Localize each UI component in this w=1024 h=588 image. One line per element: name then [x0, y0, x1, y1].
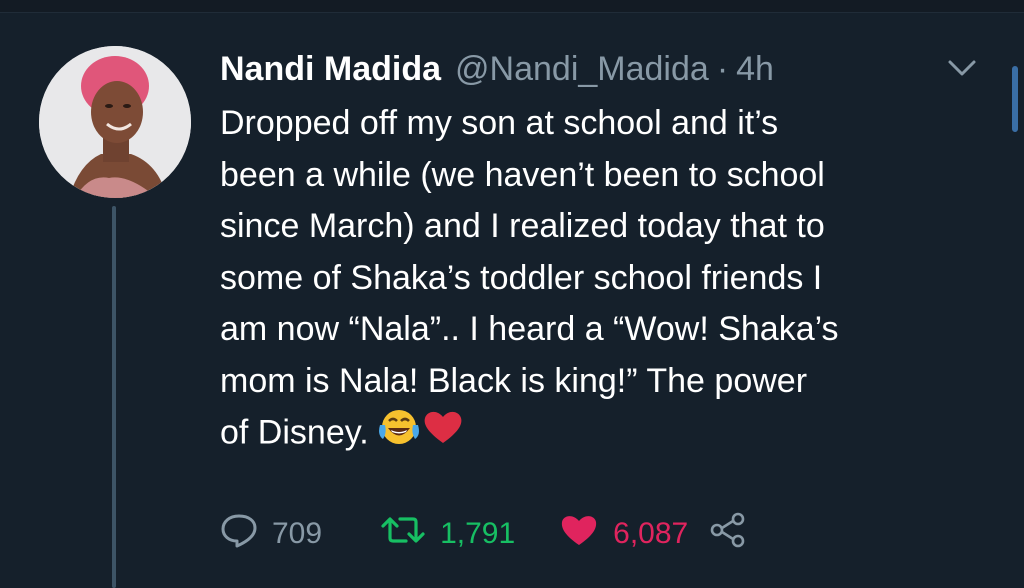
retweet-count: 1,791 [440, 517, 516, 550]
header-separator: · [716, 50, 729, 88]
reply-icon [220, 512, 258, 556]
retweet-icon [380, 512, 426, 556]
tweet-text-line: been a while (we haven’t been to school [220, 155, 825, 194]
tweet-actions: 709 1,791 6,087 [220, 510, 748, 558]
timestamp[interactable]: 4h [736, 44, 774, 94]
reply-button[interactable]: 709 [220, 512, 322, 556]
author-handle[interactable]: @Nandi_Madida [455, 44, 709, 94]
retweet-button[interactable]: 1,791 [380, 512, 515, 556]
red-heart-icon [421, 407, 465, 463]
heart-icon [559, 512, 599, 556]
thread-line [112, 206, 116, 588]
tweet-text-line: am now “Nala”.. I heard a “Wow! Shaka’s [220, 310, 839, 348]
tweet-text-line-last: of Disney. [220, 407, 1000, 463]
like-count: 6,087 [613, 517, 689, 550]
tweet-text-line: some of Shaka’s toddler school friends I [220, 258, 823, 297]
tweet-text-line: since March) and I realized today that t… [220, 207, 825, 245]
top-divider [0, 0, 1024, 13]
share-icon [708, 512, 748, 556]
share-button[interactable] [708, 512, 748, 556]
tweet-text-line: Dropped off my son at school and it’s [220, 104, 779, 142]
scrollbar[interactable] [1012, 66, 1018, 132]
reply-count: 709 [272, 517, 323, 550]
tweet-header: Nandi Madida @Nandi_Madida · 4h [220, 44, 774, 94]
author-name[interactable]: Nandi Madida [220, 44, 441, 94]
avatar[interactable] [39, 46, 191, 198]
face-with-tears-of-joy-icon [377, 407, 421, 463]
tweet-text-line: mom is Nala! Black is king!” The power [220, 361, 808, 400]
tweet-text-line-content: of Disney. [220, 413, 369, 452]
chevron-down-icon[interactable] [946, 56, 978, 80]
like-button[interactable]: 6,087 [559, 512, 688, 556]
tweet-text: Dropped off my son at school and it’s be… [220, 98, 1000, 463]
avatar-photo [39, 46, 191, 198]
